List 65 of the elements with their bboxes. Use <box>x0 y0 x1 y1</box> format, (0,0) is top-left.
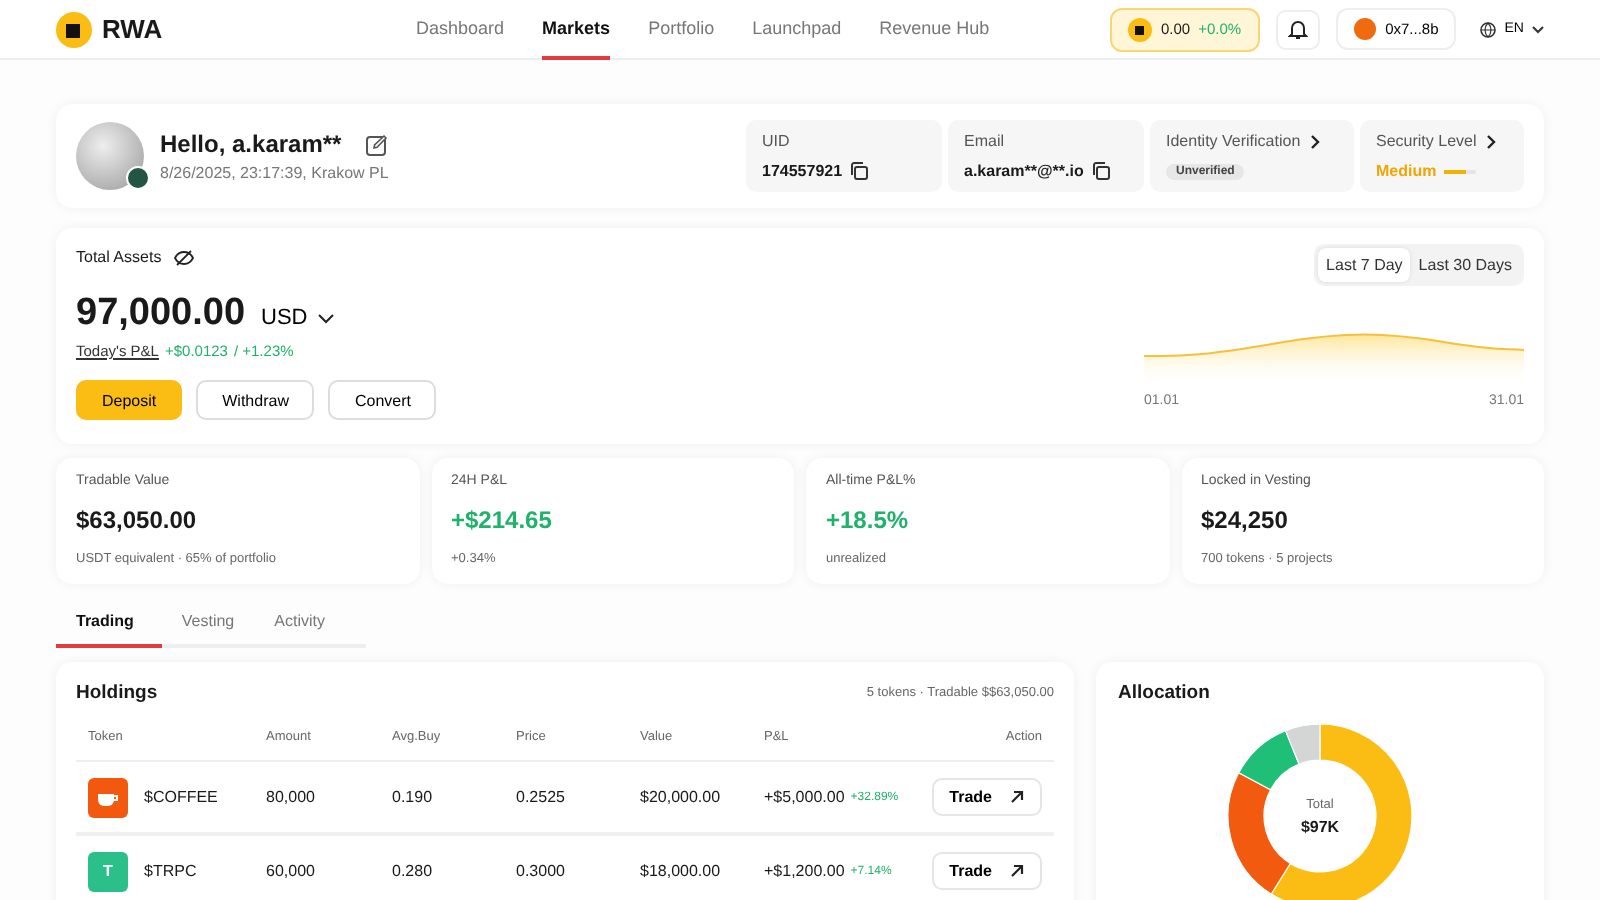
edit-icon[interactable] <box>365 133 388 155</box>
table-cell-text: $20,000.00 <box>640 788 723 806</box>
table-cell: +$1,200.00 <box>764 862 845 880</box>
stat-value: $63,050.00 <box>76 506 199 534</box>
section-tab[interactable]: Activity <box>254 600 345 648</box>
add-badge-icon[interactable] <box>126 166 150 190</box>
field-value: a.karam**@**.io <box>964 162 1084 180</box>
field-label: UID <box>762 132 790 150</box>
logo-icon <box>56 11 92 47</box>
chevron-right-icon[interactable] <box>1486 133 1497 149</box>
trade-button[interactable]: Trade <box>931 852 1042 890</box>
table-cell-text: 0.280 <box>392 862 435 880</box>
table-cell-text: 80,000 <box>266 788 317 806</box>
currency-dropdown[interactable]: USD <box>261 306 334 330</box>
table-cell-text: 0.190 <box>392 788 435 806</box>
token-name: $TRPC <box>144 862 197 880</box>
field-value: 174557921 <box>762 162 843 180</box>
login-meta: 8/26/2025, 23:17:39, Krakow PL <box>160 164 389 182</box>
field-value: Medium <box>1376 162 1437 180</box>
wallet-avatar-icon <box>1353 18 1376 40</box>
trade-button[interactable]: Trade <box>931 778 1042 816</box>
field-label: Identity Verification <box>1166 132 1301 150</box>
table-cell-text: $18,000.00 <box>640 862 723 880</box>
nav-link[interactable]: Dashboard <box>416 0 505 59</box>
action-button[interactable]: Convert <box>328 380 437 420</box>
nav-link[interactable]: Launchpad <box>752 0 842 59</box>
section-tab[interactable]: Vesting <box>161 600 255 648</box>
holdings-title: Holdings <box>76 682 158 704</box>
table-cell-text: 0.3000 <box>516 862 567 880</box>
eye-off-icon[interactable] <box>173 249 194 265</box>
notifications-button[interactable] <box>1275 9 1320 49</box>
assets-label: Total Assets <box>76 248 162 266</box>
nav-link[interactable]: Markets <box>542 0 611 59</box>
field-label: Email <box>964 132 1005 150</box>
chevron-right-icon[interactable] <box>1310 133 1321 149</box>
token-icon: T <box>88 851 128 891</box>
table-cell-text: 0.2525 <box>516 788 567 806</box>
token-name: $COFFEE <box>144 788 218 806</box>
field-label: Security Level <box>1376 132 1477 150</box>
arrow-up-right-icon <box>1010 790 1024 804</box>
action-button[interactable]: Withdraw <box>196 380 315 420</box>
table-cell-text: 60,000 <box>266 862 317 880</box>
bell-icon <box>1287 18 1308 40</box>
stat-value: +18.5% <box>826 506 911 534</box>
globe-icon <box>1480 21 1497 37</box>
arrow-up-right-icon <box>1010 864 1024 878</box>
stat-value: $24,250 <box>1201 506 1290 534</box>
brand-name: RWA <box>102 14 163 44</box>
nav-link[interactable]: Revenue Hub <box>879 0 990 59</box>
copy-icon[interactable] <box>1091 162 1110 180</box>
coin-icon <box>1128 17 1153 41</box>
donut-value: $97K <box>1300 817 1340 835</box>
table-cell: +$5,000.00 <box>764 788 845 806</box>
chevron-down-icon <box>1532 25 1544 33</box>
nav-link[interactable]: Portfolio <box>648 0 715 59</box>
range-tab[interactable]: Last 7 Day <box>1318 248 1411 282</box>
chevron-down-icon <box>317 313 334 323</box>
stat-value: +$214.65 <box>451 506 554 534</box>
copy-icon[interactable] <box>850 162 869 180</box>
allocation-title: Allocation <box>1118 682 1212 704</box>
total-amount: 97,000.00 <box>76 292 246 336</box>
range-tab[interactable]: Last 30 Days <box>1410 248 1520 282</box>
action-button[interactable]: Deposit <box>76 380 183 420</box>
section-tab[interactable]: Trading <box>56 600 162 648</box>
greeting: Hello, a.karam** <box>160 130 342 158</box>
